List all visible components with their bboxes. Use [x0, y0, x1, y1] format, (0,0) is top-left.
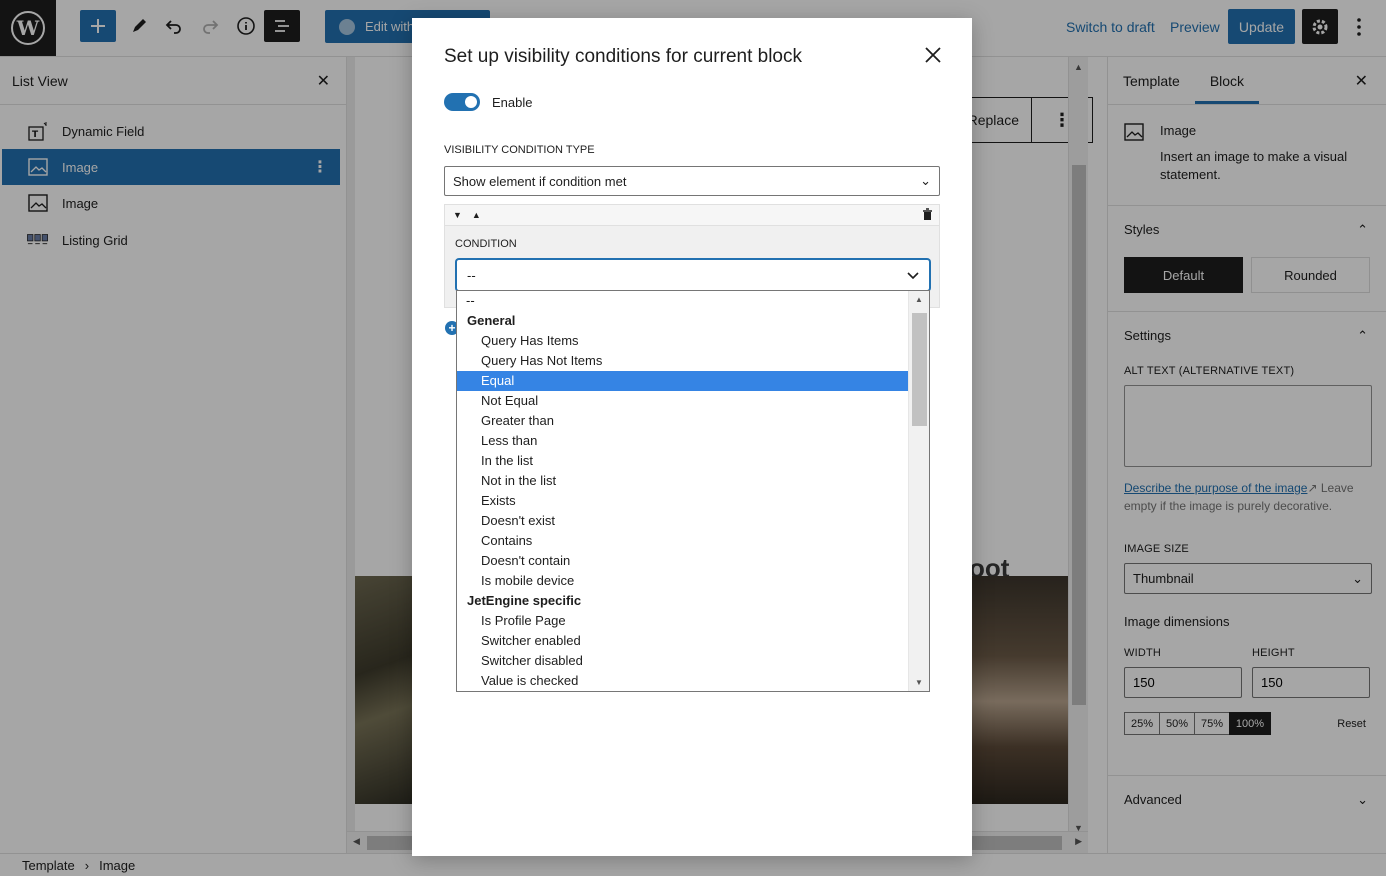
condition-item-header: ▼ ▲	[445, 205, 939, 226]
move-up-arrow-icon[interactable]: ▲	[472, 210, 481, 220]
condition-label: CONDITION	[455, 238, 517, 250]
dropdown-option[interactable]: Not in the list	[457, 471, 908, 491]
dropdown-option[interactable]: Switcher enabled	[457, 631, 908, 651]
scroll-down-arrow-icon[interactable]: ▼	[915, 678, 923, 687]
dropdown-option[interactable]: Greater than	[457, 411, 908, 431]
scrollbar-thumb[interactable]	[912, 313, 927, 426]
dropdown-option[interactable]: Not Equal	[457, 391, 908, 411]
dropdown-option[interactable]: In the list	[457, 451, 908, 471]
dropdown-group-label: General	[467, 313, 516, 328]
dropdown-group-label: JetEngine specific	[467, 593, 582, 608]
dropdown-option-highlighted[interactable]: Equal	[457, 371, 908, 391]
dropdown-option[interactable]: Exists	[457, 491, 908, 511]
condition-type-value: Show element if condition met	[453, 173, 627, 189]
dropdown-option[interactable]: Is Profile Page	[457, 611, 908, 631]
dropdown-option[interactable]: Query Has Items	[457, 331, 908, 351]
collapse-arrow-icon[interactable]: ▼	[453, 210, 462, 220]
dropdown-option[interactable]: Less than	[457, 431, 908, 451]
enable-toggle[interactable]	[444, 93, 480, 111]
dropdown-option[interactable]: Switcher disabled	[457, 651, 908, 671]
condition-type-label: VISIBILITY CONDITION TYPE	[444, 144, 595, 156]
dropdown-option[interactable]: Query Has Not Items	[457, 351, 908, 371]
dropdown-option[interactable]: Contains	[457, 531, 908, 551]
scroll-up-arrow-icon[interactable]: ▲	[915, 295, 923, 304]
condition-select[interactable]: --	[456, 259, 930, 291]
enable-row: Enable	[444, 93, 532, 111]
enable-label: Enable	[492, 94, 533, 110]
dropdown-option[interactable]: Doesn't exist	[457, 511, 908, 531]
dropdown-option[interactable]: Is mobile device	[457, 571, 908, 591]
condition-value: --	[467, 267, 476, 283]
dropdown-option[interactable]: Value is checked	[457, 671, 908, 691]
dropdown-options: -- General Query Has Items Query Has Not It…	[457, 291, 908, 691]
condition-dropdown-list: -- General Query Has Items Query Has Not It…	[456, 290, 930, 692]
modal-title: Set up visibility conditions for current…	[444, 46, 802, 67]
chevron-down-icon	[907, 268, 919, 283]
condition-type-select[interactable]: Show element if condition met ⌄	[444, 166, 940, 196]
chevron-down-icon: ⌄	[920, 173, 931, 188]
trash-icon[interactable]	[922, 208, 933, 223]
dropdown-option[interactable]: Doesn't contain	[457, 551, 908, 571]
close-icon[interactable]	[924, 44, 942, 70]
dropdown-option[interactable]: --	[457, 291, 908, 311]
dropdown-scrollbar[interactable]: ▲ ▼	[908, 291, 929, 691]
